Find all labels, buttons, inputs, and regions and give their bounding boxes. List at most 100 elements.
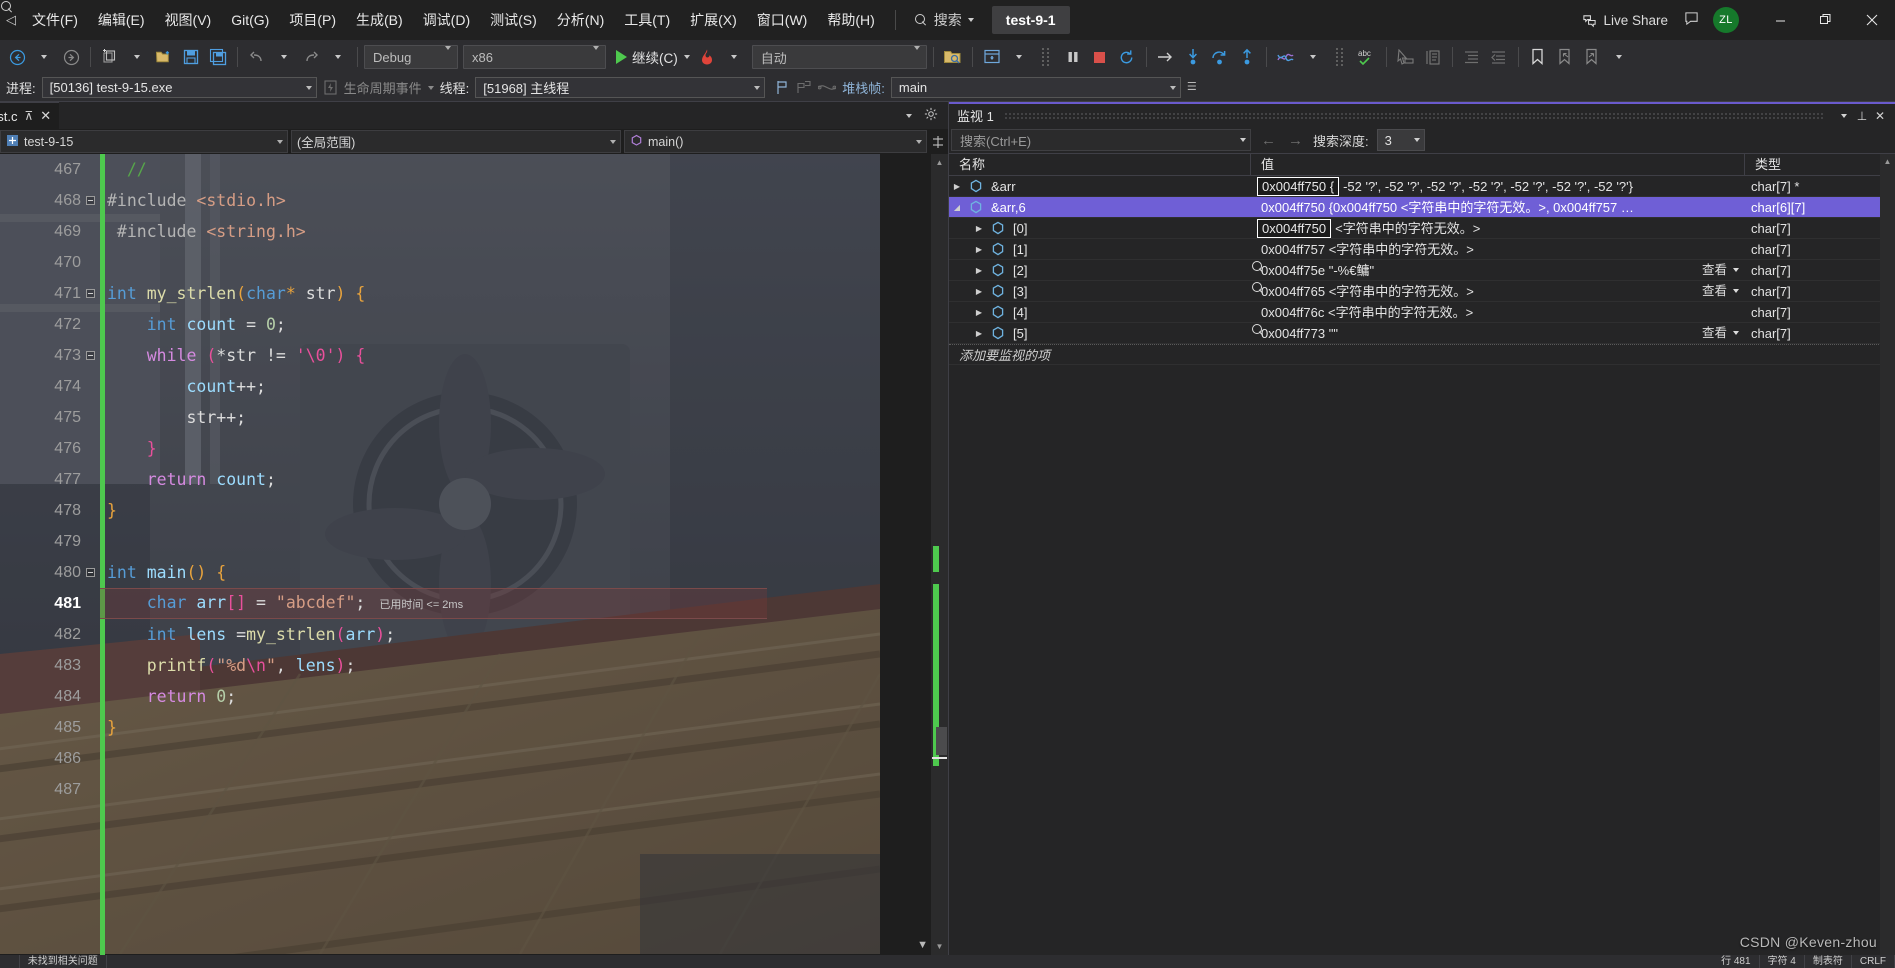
menu-item-4[interactable]: 项目(P) (279, 0, 346, 40)
column-header-type[interactable]: 类型 (1745, 154, 1895, 175)
watch-value-cell[interactable]: 0x004ff750 {0x004ff750 <字符串中的字符无效。>, 0x0… (1251, 197, 1745, 217)
attach-to-process-button[interactable] (940, 43, 966, 71)
build-configuration-select[interactable]: Debug (364, 45, 458, 69)
expander-icon[interactable]: ▶ (971, 239, 987, 259)
expander-icon[interactable]: ▶ (949, 176, 965, 196)
status-issues-segment[interactable]: 未找到相关问题 (20, 955, 107, 968)
tab-overflow-icon[interactable] (906, 113, 912, 118)
debug-mode-select[interactable]: 自动 (751, 45, 927, 69)
code-line-473[interactable]: 473 while (*str != '\0') { (0, 340, 931, 371)
step-over-button[interactable] (1207, 43, 1233, 71)
watch-row[interactable]: ▶ [4] 0x004ff76c <字符串中的字符无效。> char[7] (949, 302, 1895, 323)
undo-button[interactable] (244, 43, 270, 71)
menu-item-12[interactable]: 帮助(H) (817, 0, 884, 40)
fold-toggle-icon[interactable] (86, 351, 95, 360)
fold-toggle-icon[interactable] (86, 568, 95, 577)
comment-block-button[interactable] (1420, 43, 1446, 71)
code-line-475[interactable]: 475 str++; (0, 402, 931, 433)
breakpoints-button[interactable] (1033, 43, 1059, 71)
save-all-button[interactable] (205, 43, 231, 71)
hot-reload-button[interactable] (694, 43, 720, 71)
watch-name-cell[interactable]: ▶ [1] (949, 239, 1251, 259)
watch-add-row[interactable]: 添加要监视的项 (949, 344, 1895, 365)
text-visualizer-button[interactable]: 查看 (1699, 323, 1745, 343)
panel-close-icon[interactable]: ✕ (1871, 105, 1889, 127)
platform-select[interactable]: x86 (463, 45, 606, 69)
menu-item-7[interactable]: 测试(S) (480, 0, 547, 40)
chevron-down-icon[interactable] (1733, 289, 1739, 293)
watch-value-cell[interactable]: 0x004ff765 <字符串中的字符无效。> 查看 (1251, 281, 1745, 301)
window-minimize-button[interactable] (1757, 0, 1803, 40)
new-project-dropdown[interactable] (124, 43, 150, 71)
next-bookmark-button[interactable] (1579, 43, 1605, 71)
menu-item-5[interactable]: 生成(B) (346, 0, 413, 40)
navigate-forward-button[interactable] (58, 43, 84, 71)
menu-item-9[interactable]: 工具(T) (614, 0, 680, 40)
watch-row[interactable]: ▶ [1] 0x004ff757 <字符串中的字符无效。> char[7] (949, 239, 1895, 260)
flag-all-icon[interactable] (796, 80, 812, 95)
watch-vertical-scrollbar[interactable]: ▲ (1880, 154, 1895, 955)
watch-value-editbox[interactable]: 0x004ff750 (1257, 218, 1332, 238)
debugbar-overflow-button[interactable]: ☰ (1187, 82, 1197, 93)
close-icon[interactable]: ✕ (40, 108, 51, 124)
watch-name-cell[interactable]: ▶ [4] (949, 302, 1251, 322)
panel-drag-grip[interactable] (1003, 112, 1825, 119)
toolbar-overflow-button[interactable] (1606, 43, 1632, 71)
watch-add-value[interactable] (1251, 345, 1745, 364)
code-line-467[interactable]: 467 // (0, 154, 931, 185)
watch-search-input[interactable]: 搜索(Ctrl+E) (951, 129, 1251, 151)
code-line-483[interactable]: 483 printf("%d\n", lens); (0, 650, 931, 681)
watch-row[interactable]: ▶ [2] 0x004ff75e "-%€鳙" 查看 char[7] (949, 260, 1895, 281)
toggle-bookmark-button[interactable] (1525, 43, 1551, 71)
split-editor-icon[interactable] (930, 135, 946, 149)
live-share-button[interactable]: Live Share (1582, 13, 1668, 28)
code-line-470[interactable]: 470 (0, 247, 931, 278)
watch-name-cell[interactable]: ▶ [3] (949, 281, 1251, 301)
continue-button[interactable]: 继续(C) (613, 43, 693, 71)
scroll-up-arrow[interactable]: ▲ (931, 154, 948, 171)
code-line-482[interactable]: 482 int lens =my_strlen(arr); (0, 619, 931, 650)
window-layout-button[interactable] (979, 43, 1005, 71)
redo-button[interactable] (298, 43, 324, 71)
search-depth-select[interactable]: 3 (1376, 129, 1425, 151)
save-button[interactable] (178, 43, 204, 71)
menu-item-1[interactable]: 编辑(E) (88, 0, 155, 40)
watch-value-editbox[interactable]: 0x004ff750 { (1257, 176, 1340, 196)
chevron-down-icon[interactable] (1733, 331, 1739, 335)
menu-item-8[interactable]: 分析(N) (547, 0, 614, 40)
watch-add-label[interactable]: 添加要监视的项 (949, 345, 1251, 364)
step-out-button[interactable] (1234, 43, 1260, 71)
code-line-478[interactable]: 478} (0, 495, 931, 526)
outdent-button[interactable] (1486, 43, 1512, 71)
window-close-button[interactable] (1849, 0, 1895, 40)
scrollbar-thumb[interactable] (936, 727, 947, 755)
expander-icon[interactable]: ▶ (971, 302, 987, 322)
code-line-472[interactable]: 472 int count = 0; (0, 309, 931, 340)
stop-debugging-button[interactable] (1087, 43, 1113, 71)
text-visualizer-button[interactable]: 查看 (1699, 260, 1745, 280)
code-line-485[interactable]: 485} (0, 712, 931, 743)
editor-tab-test-c[interactable]: est.c ⊼ ✕ (0, 102, 60, 129)
watch-value-cell[interactable]: 0x004ff76c <字符串中的字符无效。> (1251, 302, 1745, 322)
chevron-down-icon[interactable] (1733, 268, 1739, 272)
prev-bookmark-button[interactable] (1552, 43, 1578, 71)
open-file-button[interactable] (151, 43, 177, 71)
process-select[interactable]: [50136] test-9-15.exe (41, 77, 317, 98)
restart-button[interactable] (1114, 43, 1140, 71)
watch-row[interactable]: ◢ &arr,6 0x004ff750 {0x004ff750 <字符串中的字符无效… (949, 197, 1895, 218)
code-line-480[interactable]: 480 int main() { (0, 557, 931, 588)
stack-frame-select[interactable]: main (890, 77, 1181, 98)
menu-item-3[interactable]: Git(G) (221, 0, 279, 40)
watch-scroll-up-arrow[interactable]: ▲ (1880, 154, 1895, 169)
watch-name-cell[interactable]: ▶ &arr (949, 176, 1251, 196)
navigate-back-dropdown[interactable] (31, 43, 57, 71)
watch-row[interactable]: ▶ [5] 0x004ff773 "" 查看 char[7] (949, 323, 1895, 344)
code-line-474[interactable]: 474 count++; (0, 371, 931, 402)
watch-name-cell[interactable]: ◢ &arr,6 (949, 197, 1251, 217)
spell-check-button[interactable]: abc (1354, 43, 1380, 71)
hot-reload-dropdown[interactable] (721, 43, 747, 71)
gear-icon[interactable] (924, 107, 938, 124)
show-next-statement-button[interactable] (1153, 43, 1179, 71)
threads-dropdown[interactable] (1300, 43, 1326, 71)
code-editor[interactable]: 467 // 468 #include <stdio.h> 469 #include … (0, 154, 931, 955)
